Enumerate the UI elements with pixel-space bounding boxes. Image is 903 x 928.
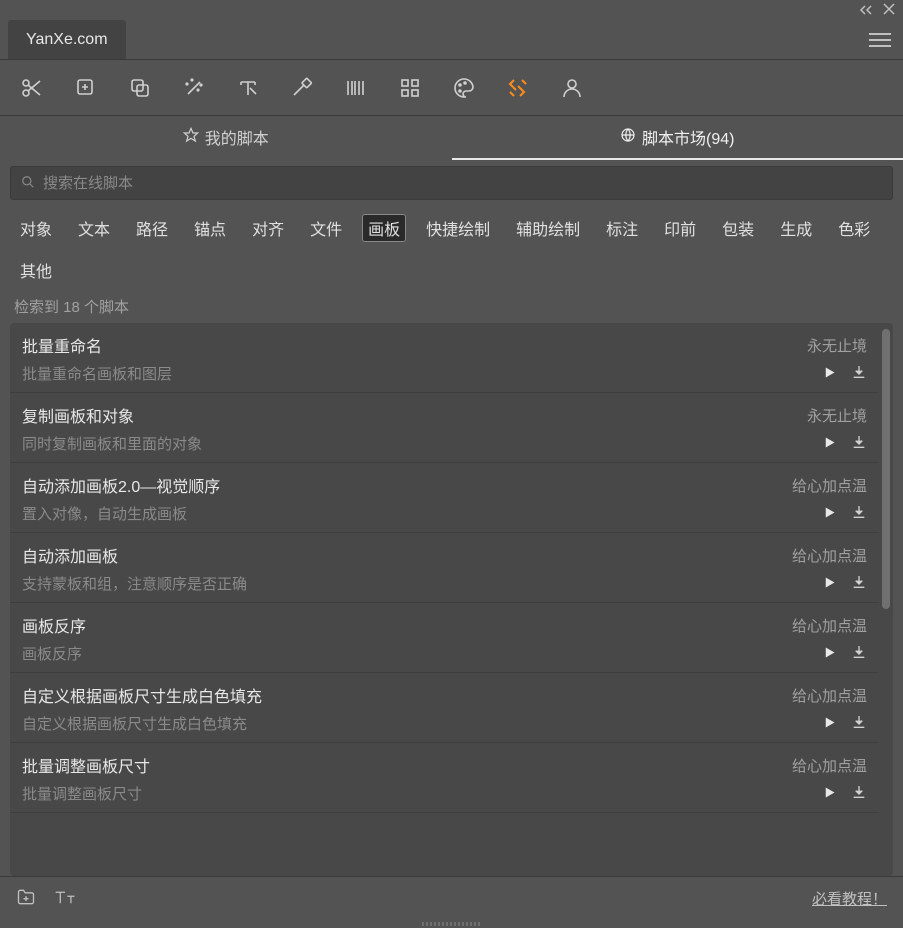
tool-hammer-icon[interactable]	[288, 74, 316, 102]
script-title: 批量调整画板尺寸	[22, 753, 150, 777]
filter-11[interactable]: 包装	[716, 214, 760, 242]
globe-icon	[620, 127, 636, 148]
download-icon[interactable]	[851, 784, 867, 803]
filter-8[interactable]: 辅助绘制	[510, 214, 586, 242]
script-desc: 批量重命名画板和图层	[22, 363, 172, 384]
footer: 必看教程！	[0, 876, 903, 920]
script-item[interactable]: 自动添加画板 给心加点温支持蒙板和组，注意顺序是否正确	[10, 533, 879, 603]
script-list: 批量重命名永无止境批量重命名画板和图层复制画板和对象永无止境同时复制画板和里面的…	[10, 323, 879, 876]
script-desc: 支持蒙板和组，注意顺序是否正确	[22, 573, 247, 594]
filter-6[interactable]: 画板	[362, 214, 406, 242]
script-title: 自动添加画板2.0—视觉顺序	[22, 473, 220, 497]
script-title: 自定义根据画板尺寸生成白色填充	[22, 683, 262, 707]
script-author: 给心加点温	[792, 475, 867, 496]
play-icon[interactable]	[822, 505, 837, 523]
app-tab[interactable]: YanXe.com	[8, 20, 126, 59]
resize-handle[interactable]	[0, 920, 903, 928]
script-title: 画板反序	[22, 613, 86, 637]
result-count: 检索到 18 个脚本	[10, 294, 893, 323]
play-icon[interactable]	[822, 715, 837, 733]
filter-1[interactable]: 文本	[72, 214, 116, 242]
script-author: 永无止境	[807, 405, 867, 426]
scrollbar[interactable]	[879, 323, 893, 876]
tool-scissors-icon[interactable]	[18, 74, 46, 102]
tab-my-scripts-label: 我的脚本	[205, 125, 269, 149]
download-icon[interactable]	[851, 644, 867, 663]
script-title: 复制画板和对象	[22, 403, 134, 427]
script-item[interactable]: 批量调整画板尺寸给心加点温批量调整画板尺寸	[10, 743, 879, 813]
script-author: 给心加点温	[792, 615, 867, 636]
search-input[interactable]	[43, 175, 882, 192]
script-author: 给心加点温	[792, 755, 867, 776]
tool-text-icon[interactable]	[234, 74, 262, 102]
tab-market-label: 脚本市场(94)	[642, 125, 734, 149]
filter-4[interactable]: 对齐	[246, 214, 290, 242]
tool-grid-icon[interactable]	[396, 74, 424, 102]
menu-icon[interactable]	[869, 33, 891, 47]
script-author: 给心加点温	[792, 545, 867, 566]
script-author: 给心加点温	[792, 685, 867, 706]
play-icon[interactable]	[822, 575, 837, 593]
download-icon[interactable]	[851, 434, 867, 453]
main-tabs: 我的脚本 脚本市场(94)	[0, 116, 903, 160]
close-icon[interactable]	[883, 2, 895, 18]
tutorial-link[interactable]: 必看教程！	[812, 888, 887, 909]
play-icon[interactable]	[822, 785, 837, 803]
script-desc: 批量调整画板尺寸	[22, 783, 142, 804]
star-icon	[183, 127, 199, 148]
script-author: 永无止境	[807, 335, 867, 356]
toolbar	[0, 60, 903, 116]
collapse-icon[interactable]	[859, 2, 873, 18]
filter-13[interactable]: 色彩	[832, 214, 876, 242]
filter-12[interactable]: 生成	[774, 214, 818, 242]
script-title: 批量重命名	[22, 333, 102, 357]
play-icon[interactable]	[822, 645, 837, 663]
scrollbar-thumb[interactable]	[882, 329, 890, 609]
filter-0[interactable]: 对象	[14, 214, 58, 242]
tool-magic-icon[interactable]	[180, 74, 208, 102]
script-desc: 置入对像，自动生成画板	[22, 503, 187, 524]
tool-barcode-icon[interactable]	[342, 74, 370, 102]
script-desc: 同时复制画板和里面的对象	[22, 433, 202, 454]
tool-copy-icon[interactable]	[126, 74, 154, 102]
script-title: 自动添加画板	[22, 543, 118, 567]
text-size-icon[interactable]	[54, 887, 76, 910]
script-item[interactable]: 画板反序给心加点温画板反序	[10, 603, 879, 673]
tab-my-scripts[interactable]: 我的脚本	[0, 116, 452, 160]
tool-add-icon[interactable]	[72, 74, 100, 102]
tool-script-icon[interactable]	[504, 74, 532, 102]
filter-3[interactable]: 锚点	[188, 214, 232, 242]
new-folder-icon[interactable]	[16, 887, 36, 910]
download-icon[interactable]	[851, 574, 867, 593]
app-tab-row: YanXe.com	[0, 20, 903, 60]
script-desc: 自定义根据画板尺寸生成白色填充	[22, 713, 247, 734]
download-icon[interactable]	[851, 504, 867, 523]
download-icon[interactable]	[851, 364, 867, 383]
search-icon	[21, 175, 35, 192]
play-icon[interactable]	[822, 435, 837, 453]
tool-user-icon[interactable]	[558, 74, 586, 102]
download-icon[interactable]	[851, 714, 867, 733]
filter-row: 对象文本路径锚点对齐文件画板快捷绘制辅助绘制标注印前包装生成色彩其他	[10, 200, 893, 294]
filter-14[interactable]: 其他	[14, 256, 58, 284]
tool-palette-icon[interactable]	[450, 74, 478, 102]
search-box	[10, 166, 893, 200]
filter-10[interactable]: 印前	[658, 214, 702, 242]
filter-9[interactable]: 标注	[600, 214, 644, 242]
play-icon[interactable]	[822, 365, 837, 383]
tab-market[interactable]: 脚本市场(94)	[452, 116, 903, 160]
script-item[interactable]: 复制画板和对象 永无止境同时复制画板和里面的对象	[10, 393, 879, 463]
filter-2[interactable]: 路径	[130, 214, 174, 242]
titlebar	[0, 0, 903, 20]
script-item[interactable]: 自定义根据画板尺寸生成白色填充给心加点温自定义根据画板尺寸生成白色填充	[10, 673, 879, 743]
script-item[interactable]: 批量重命名 永无止境批量重命名画板和图层	[10, 323, 879, 393]
script-desc: 画板反序	[22, 643, 82, 664]
filter-7[interactable]: 快捷绘制	[420, 214, 496, 242]
script-item[interactable]: 自动添加画板2.0—视觉顺序 给心加点温置入对像，自动生成画板	[10, 463, 879, 533]
filter-5[interactable]: 文件	[304, 214, 348, 242]
